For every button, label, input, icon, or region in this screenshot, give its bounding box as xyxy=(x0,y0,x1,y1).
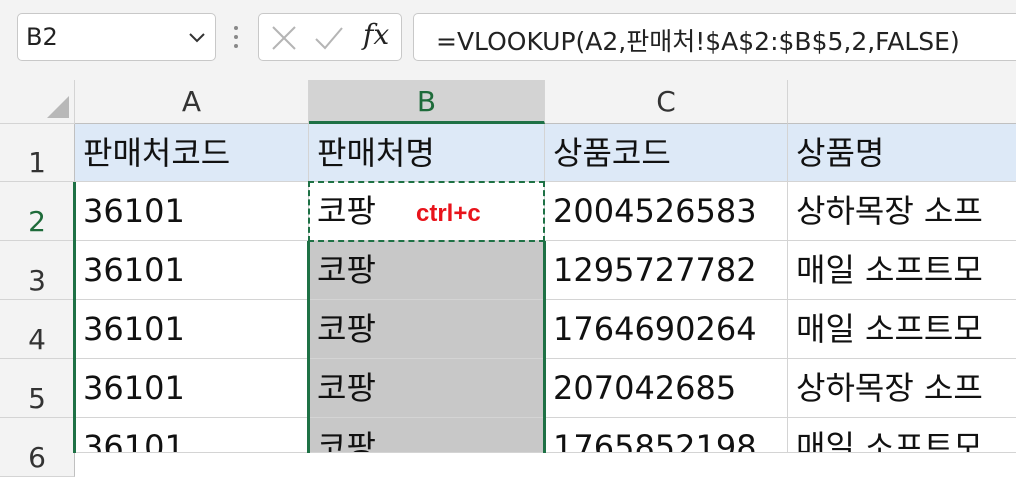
ctrl-c-annotation: ctrl+c xyxy=(416,200,481,227)
column-header-a[interactable]: A xyxy=(75,80,309,124)
cell-c2[interactable]: 2004526583 xyxy=(545,182,788,241)
cell-b1[interactable]: 판매처명 xyxy=(309,124,545,182)
cell-a6[interactable]: 36101 xyxy=(75,418,309,453)
row-number: 2 xyxy=(28,205,46,238)
row-header-6[interactable]: 6 xyxy=(0,418,75,477)
range-border-left xyxy=(73,182,76,453)
row-number: 5 xyxy=(28,382,46,415)
formula-input[interactable]: =VLOOKUP(A2,판매처!$A$2:$B$5,2,FALSE) xyxy=(413,13,1016,61)
cell-d2[interactable]: 상하목장 소프 xyxy=(788,182,1016,241)
cell-b3[interactable]: 코팡 xyxy=(309,241,545,300)
row-number: 4 xyxy=(28,323,46,356)
cell-d5[interactable]: 상하목장 소프 xyxy=(788,359,1016,418)
row-number: 3 xyxy=(28,264,46,297)
insert-function-button[interactable]: fx xyxy=(363,18,389,51)
row-header-1[interactable]: 1 xyxy=(0,124,75,182)
row-number: 1 xyxy=(28,146,46,179)
column-header-d[interactable] xyxy=(788,80,1016,124)
cell-b6[interactable]: 코팡 xyxy=(309,418,545,453)
select-all-button[interactable] xyxy=(0,80,75,124)
name-box[interactable]: B2 xyxy=(17,13,216,61)
chevron-down-icon[interactable] xyxy=(187,27,207,47)
cell-c4[interactable]: 1764690264 xyxy=(545,300,788,359)
cell-d4[interactable]: 매일 소프트모 xyxy=(788,300,1016,359)
enter-check-icon[interactable] xyxy=(314,25,344,51)
row-header-2[interactable]: 2 xyxy=(0,182,75,241)
row-header-3[interactable]: 3 xyxy=(0,241,75,300)
cell-c6[interactable]: 1765852198 xyxy=(545,418,788,453)
cell-b4[interactable]: 코팡 xyxy=(309,300,545,359)
fill-range-border-left xyxy=(307,241,310,453)
formula-bar: B2 fx =VLOOKUP(A2,판매처!$A$2:$B$5,2,FALSE) xyxy=(0,0,1016,80)
cell-d3[interactable]: 매일 소프트모 xyxy=(788,241,1016,300)
select-all-icon xyxy=(47,96,69,118)
cell-a2[interactable]: 36101 xyxy=(75,182,309,241)
row-header-4[interactable]: 4 xyxy=(0,300,75,359)
cell-c3[interactable]: 1295727782 xyxy=(545,241,788,300)
formula-text[interactable]: =VLOOKUP(A2,판매처!$A$2:$B$5,2,FALSE) xyxy=(436,22,960,58)
cell-b5[interactable]: 코팡 xyxy=(309,359,545,418)
cell-c5[interactable]: 207042685 xyxy=(545,359,788,418)
cell-a4[interactable]: 36101 xyxy=(75,300,309,359)
column-header-b[interactable]: B xyxy=(309,80,545,124)
row-header-5[interactable]: 5 xyxy=(0,359,75,418)
more-dots-icon[interactable] xyxy=(232,24,240,50)
cell-a1[interactable]: 판매처코드 xyxy=(75,124,309,182)
cell-c1[interactable]: 상품코드 xyxy=(545,124,788,182)
row-number: 6 xyxy=(28,441,46,474)
cancel-icon[interactable] xyxy=(271,25,297,51)
fill-range-border-right xyxy=(543,241,546,453)
column-header-c[interactable]: C xyxy=(545,80,788,124)
cell-a3[interactable]: 36101 xyxy=(75,241,309,300)
cell-d6[interactable]: 매일 소프트모 xyxy=(788,418,1016,453)
name-box-value[interactable]: B2 xyxy=(26,23,58,51)
cell-a5[interactable]: 36101 xyxy=(75,359,309,418)
formula-buttons: fx xyxy=(258,13,402,61)
cell-d1[interactable]: 상품명 xyxy=(788,124,1016,182)
